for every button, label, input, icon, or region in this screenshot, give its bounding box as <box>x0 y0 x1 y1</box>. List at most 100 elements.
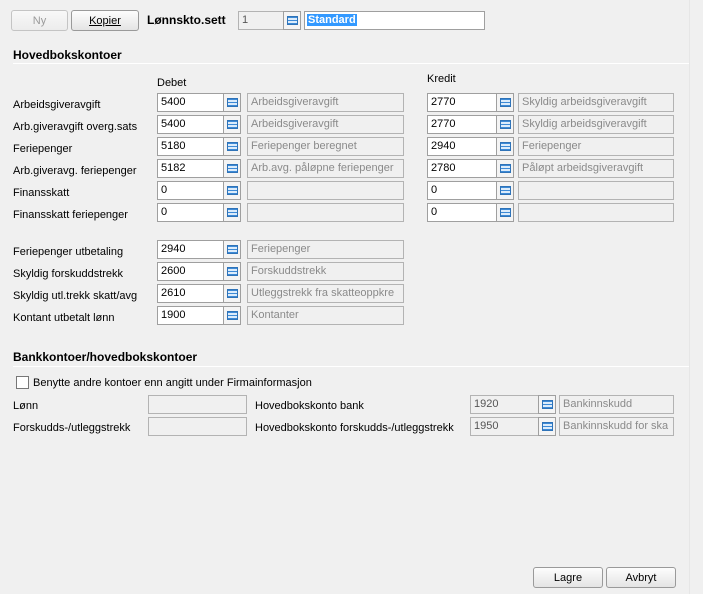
main-accounts-heading: Hovedbokskontoer <box>13 48 122 62</box>
single-row-label: Kontant utbetalt lønn <box>13 312 115 324</box>
list-icon <box>499 164 511 173</box>
advance-deduction-field[interactable] <box>148 417 247 436</box>
credit-account-lookup[interactable] <box>496 203 514 222</box>
list-icon <box>499 142 511 151</box>
debit-account-field[interactable]: 5400 <box>157 115 224 134</box>
debit-account-lookup[interactable] <box>223 181 241 200</box>
single-row-label: Skyldig forskuddstrekk <box>13 268 124 280</box>
single-account-lookup[interactable] <box>223 240 241 259</box>
account-row-label: Feriepenger <box>13 143 73 155</box>
list-icon <box>226 245 238 254</box>
bank-account-lookup[interactable] <box>538 395 556 414</box>
copy-button-label: Kopier <box>89 14 121 27</box>
debit-account-lookup[interactable] <box>223 203 241 222</box>
single-account-name: Utleggstrekk fra skatteoppkre <box>247 284 404 303</box>
new-button-label: Ny <box>32 14 47 27</box>
list-icon <box>226 164 238 173</box>
use-other-accounts-checkbox[interactable] <box>16 376 29 389</box>
bank-account-field[interactable]: 1920 <box>470 395 539 414</box>
debit-account-name <box>247 181 404 200</box>
list-icon <box>541 400 553 409</box>
credit-account-lookup[interactable] <box>496 137 514 156</box>
advance-account-name: Bankinnskudd for ska <box>559 417 674 436</box>
debit-account-lookup[interactable] <box>223 115 241 134</box>
cancel-button[interactable]: Avbryt <box>606 567 676 588</box>
credit-header: Kredit <box>427 73 456 85</box>
advance-account-field[interactable]: 1950 <box>470 417 539 436</box>
advance-account-label: Hovedbokskonto forskudds-/utleggstrekk <box>255 422 454 434</box>
credit-account-field[interactable]: 0 <box>427 181 497 200</box>
account-row-label: Finansskatt <box>13 187 70 199</box>
list-icon <box>499 98 511 107</box>
credit-account-name: Påløpt arbeidsgiveravgift <box>518 159 674 178</box>
debit-account-lookup[interactable] <box>223 137 241 156</box>
main-accounts-divider <box>13 63 690 64</box>
credit-account-lookup[interactable] <box>496 115 514 134</box>
payroll-account-settings-window: { "toolbar": { "new_label": "Ny", "copy_… <box>0 0 703 594</box>
list-icon <box>499 208 511 217</box>
bank-accounts-heading: Bankkontoer/hovedbokskontoer <box>13 350 198 364</box>
list-icon <box>226 311 238 320</box>
single-account-name: Kontanter <box>247 306 404 325</box>
debit-header: Debet <box>157 77 187 89</box>
single-account-lookup[interactable] <box>223 262 241 281</box>
copy-button[interactable]: Kopier <box>71 10 139 31</box>
account-row-label: Arb.giveravgift overg.sats <box>13 121 138 133</box>
single-account-name: Feriepenger <box>247 240 404 259</box>
credit-account-name: Feriepenger <box>518 137 674 156</box>
set-name-field[interactable]: Standard <box>304 11 485 30</box>
advance-account-lookup[interactable] <box>538 417 556 436</box>
list-icon <box>226 98 238 107</box>
debit-account-name: Feriepenger beregnet <box>247 137 404 156</box>
credit-account-name <box>518 203 674 222</box>
single-account-lookup[interactable] <box>223 284 241 303</box>
use-other-accounts-label: Benytte andre kontoer enn angitt under F… <box>33 377 312 389</box>
save-button-label: Lagre <box>553 571 583 584</box>
single-row-label: Feriepenger utbetaling <box>13 246 124 258</box>
credit-account-field[interactable]: 2940 <box>427 137 497 156</box>
debit-account-field[interactable]: 5182 <box>157 159 224 178</box>
set-label: Lønnskto.sett <box>147 13 226 27</box>
set-lookup-button[interactable] <box>283 11 301 30</box>
window-right-edge <box>689 0 703 594</box>
single-account-name: Forskuddstrekk <box>247 262 404 281</box>
account-row-label: Arb.giveravg. feriepenger <box>13 165 137 177</box>
debit-account-field[interactable]: 5400 <box>157 93 224 112</box>
credit-account-field[interactable]: 0 <box>427 203 497 222</box>
salary-field[interactable] <box>148 395 247 414</box>
credit-account-name: Skyldig arbeidsgiveravgift <box>518 93 674 112</box>
credit-account-field[interactable]: 2770 <box>427 115 497 134</box>
set-number-field[interactable]: 1 <box>238 11 284 30</box>
single-account-field[interactable]: 2610 <box>157 284 224 303</box>
debit-account-field[interactable]: 0 <box>157 181 224 200</box>
single-account-field[interactable]: 2600 <box>157 262 224 281</box>
debit-account-lookup[interactable] <box>223 93 241 112</box>
account-row-label: Arbeidsgiveravgift <box>13 99 101 111</box>
list-icon <box>226 142 238 151</box>
single-account-lookup[interactable] <box>223 306 241 325</box>
list-icon <box>499 120 511 129</box>
debit-account-name: Arbeidsgiveravgift <box>247 115 404 134</box>
list-icon <box>499 186 511 195</box>
debit-account-lookup[interactable] <box>223 159 241 178</box>
credit-account-name <box>518 181 674 200</box>
new-button[interactable]: Ny <box>11 10 68 31</box>
debit-account-field[interactable]: 0 <box>157 203 224 222</box>
credit-account-field[interactable]: 2770 <box>427 93 497 112</box>
debit-account-field[interactable]: 5180 <box>157 137 224 156</box>
single-account-field[interactable]: 2940 <box>157 240 224 259</box>
list-icon <box>226 267 238 276</box>
bank-account-name: Bankinnskudd <box>559 395 674 414</box>
credit-account-field[interactable]: 2780 <box>427 159 497 178</box>
account-row-label: Finansskatt feriepenger <box>13 209 128 221</box>
salary-label: Lønn <box>13 400 39 412</box>
save-button[interactable]: Lagre <box>533 567 603 588</box>
credit-account-lookup[interactable] <box>496 181 514 200</box>
set-name-text: Standard <box>307 14 357 26</box>
credit-account-lookup[interactable] <box>496 159 514 178</box>
single-account-field[interactable]: 1900 <box>157 306 224 325</box>
credit-account-lookup[interactable] <box>496 93 514 112</box>
bank-account-label: Hovedbokskonto bank <box>255 400 364 412</box>
debit-account-name: Arb.avg. påløpne feriepenger <box>247 159 404 178</box>
list-icon <box>286 16 298 25</box>
